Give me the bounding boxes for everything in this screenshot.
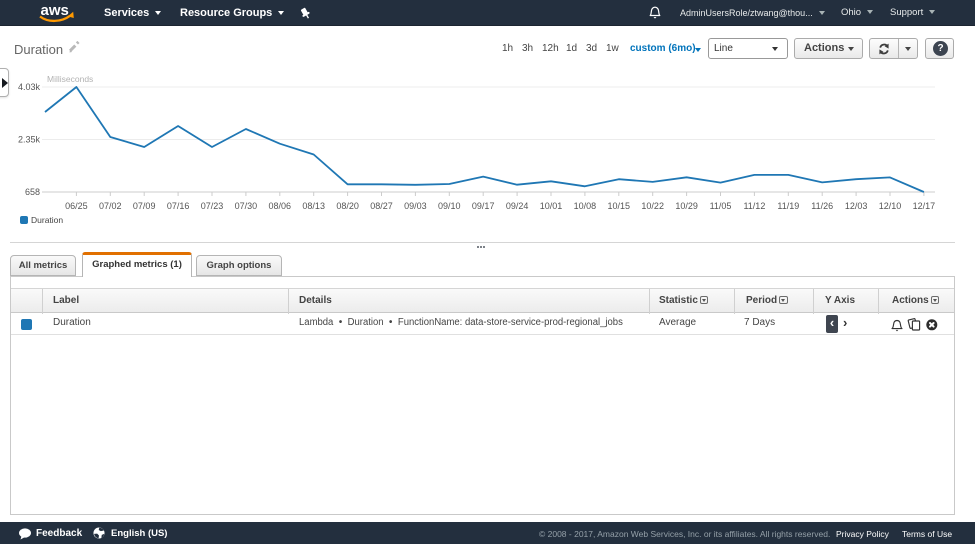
svg-text:06/25: 06/25 (65, 201, 88, 211)
svg-text:09/24: 09/24 (506, 201, 529, 211)
svg-text:07/16: 07/16 (167, 201, 190, 211)
svg-text:12/03: 12/03 (845, 201, 868, 211)
svg-text:11/26: 11/26 (811, 201, 833, 211)
svg-text:658: 658 (25, 187, 40, 197)
svg-text:08/13: 08/13 (302, 201, 325, 211)
svg-text:11/19: 11/19 (777, 201, 799, 211)
svg-text:07/23: 07/23 (201, 201, 224, 211)
svg-text:12/17: 12/17 (913, 201, 936, 211)
svg-text:2.35k: 2.35k (18, 135, 41, 145)
svg-text:09/10: 09/10 (438, 201, 461, 211)
svg-text:09/03: 09/03 (404, 201, 427, 211)
svg-text:Milliseconds: Milliseconds (47, 74, 93, 84)
svg-text:08/27: 08/27 (370, 201, 393, 211)
svg-text:10/08: 10/08 (574, 201, 597, 211)
svg-text:12/10: 12/10 (879, 201, 902, 211)
svg-text:08/06: 08/06 (269, 201, 292, 211)
svg-text:10/22: 10/22 (641, 201, 664, 211)
svg-text:07/02: 07/02 (99, 201, 122, 211)
svg-text:11/12: 11/12 (743, 201, 765, 211)
svg-text:08/20: 08/20 (336, 201, 359, 211)
svg-text:09/17: 09/17 (472, 201, 495, 211)
svg-text:10/01: 10/01 (540, 201, 563, 211)
svg-text:07/09: 07/09 (133, 201, 156, 211)
svg-text:10/29: 10/29 (675, 201, 698, 211)
svg-text:10/15: 10/15 (608, 201, 631, 211)
svg-text:11/05: 11/05 (710, 201, 732, 211)
svg-text:aws: aws (41, 2, 69, 19)
svg-text:07/30: 07/30 (235, 201, 258, 211)
svg-text:4.03k: 4.03k (18, 82, 41, 92)
